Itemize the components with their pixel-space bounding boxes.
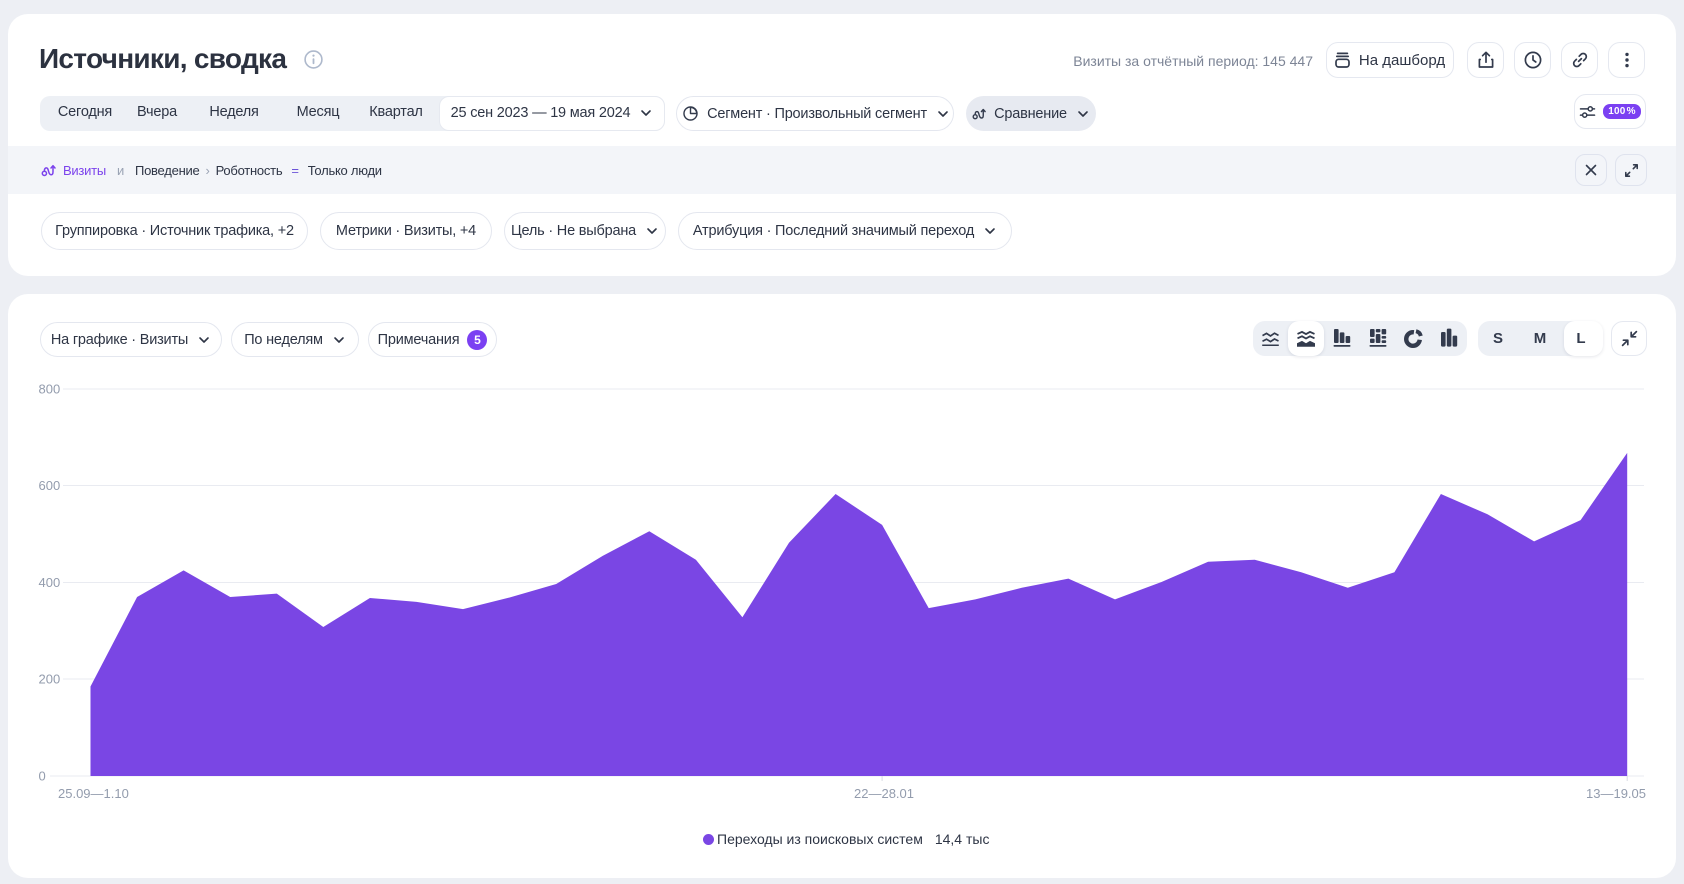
svg-text:25.09—1.10: 25.09—1.10 <box>58 786 129 801</box>
svg-text:400: 400 <box>39 575 61 590</box>
svg-text:13—19.05: 13—19.05 <box>1586 786 1646 801</box>
svg-text:22—28.01: 22—28.01 <box>854 786 914 801</box>
svg-text:0: 0 <box>39 769 46 784</box>
svg-text:200: 200 <box>39 672 61 687</box>
svg-text:800: 800 <box>39 382 61 397</box>
svg-text:600: 600 <box>39 478 61 493</box>
